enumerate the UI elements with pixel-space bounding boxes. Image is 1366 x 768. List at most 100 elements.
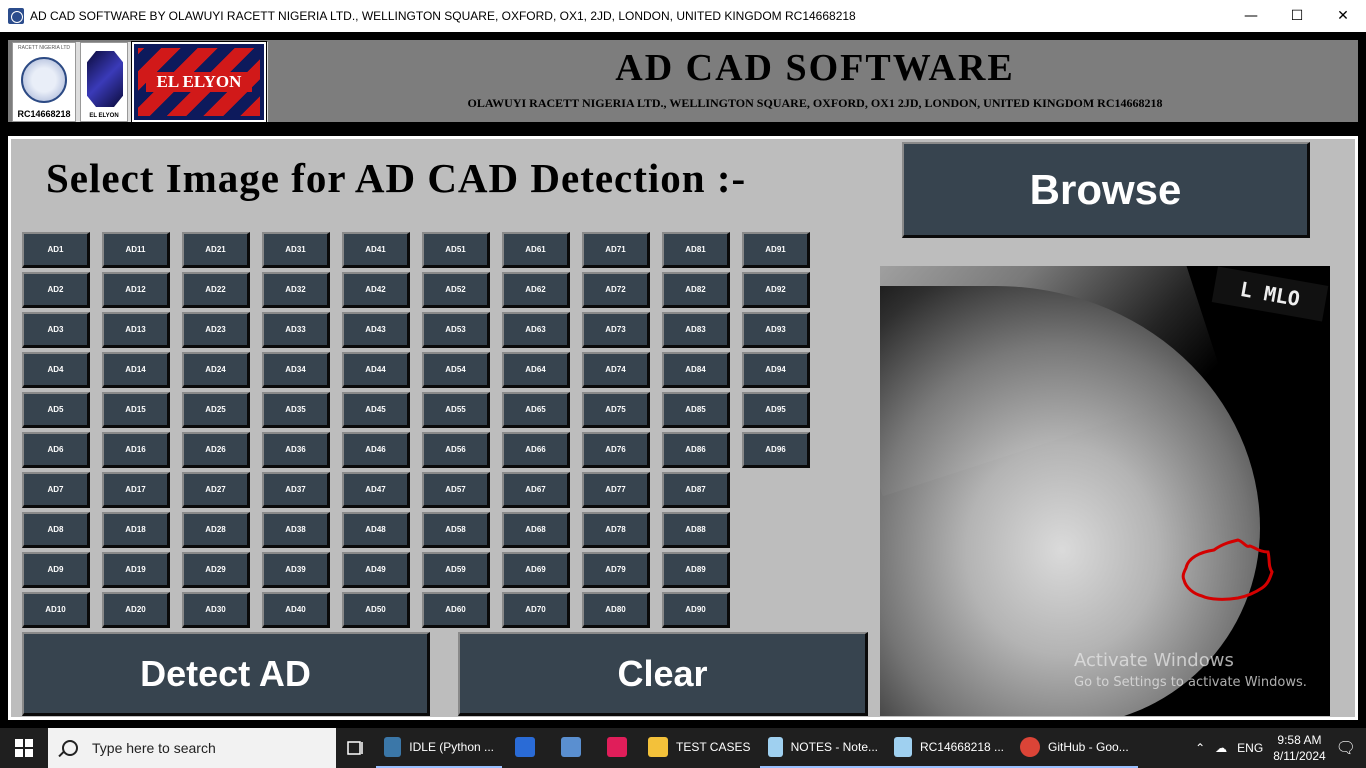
task-view-button[interactable]: [336, 728, 376, 768]
ad-button-ad70[interactable]: AD70: [502, 592, 570, 628]
ad-button-ad4[interactable]: AD4: [22, 352, 90, 388]
ad-button-ad68[interactable]: AD68: [502, 512, 570, 548]
ad-button-ad50[interactable]: AD50: [342, 592, 410, 628]
ad-button-ad95[interactable]: AD95: [742, 392, 810, 428]
language-indicator[interactable]: ENG: [1237, 741, 1263, 755]
ad-button-ad85[interactable]: AD85: [662, 392, 730, 428]
ad-button-ad15[interactable]: AD15: [102, 392, 170, 428]
ad-button-ad56[interactable]: AD56: [422, 432, 490, 468]
ad-button-ad29[interactable]: AD29: [182, 552, 250, 588]
ad-button-ad91[interactable]: AD91: [742, 232, 810, 268]
ad-button-ad87[interactable]: AD87: [662, 472, 730, 508]
taskbar-clock[interactable]: 9:58 AM 8/11/2024: [1273, 732, 1326, 764]
ad-button-ad77[interactable]: AD77: [582, 472, 650, 508]
taskbar-app-folder[interactable]: TEST CASES: [640, 728, 760, 768]
clear-button[interactable]: Clear: [458, 632, 868, 716]
start-button[interactable]: [0, 728, 48, 768]
taskbar-app-chrome[interactable]: GitHub - Goo...: [1012, 728, 1138, 768]
ad-button-ad45[interactable]: AD45: [342, 392, 410, 428]
minimize-button[interactable]: —: [1228, 0, 1274, 32]
ad-button-ad25[interactable]: AD25: [182, 392, 250, 428]
ad-button-ad81[interactable]: AD81: [662, 232, 730, 268]
ad-button-ad89[interactable]: AD89: [662, 552, 730, 588]
ad-button-ad41[interactable]: AD41: [342, 232, 410, 268]
ad-button-ad64[interactable]: AD64: [502, 352, 570, 388]
close-button[interactable]: ✕: [1320, 0, 1366, 32]
ad-button-ad8[interactable]: AD8: [22, 512, 90, 548]
ad-button-ad51[interactable]: AD51: [422, 232, 490, 268]
taskbar-app-store[interactable]: [502, 728, 548, 768]
ad-button-ad26[interactable]: AD26: [182, 432, 250, 468]
detect-ad-button[interactable]: Detect AD: [22, 632, 430, 716]
ad-button-ad39[interactable]: AD39: [262, 552, 330, 588]
ad-button-ad33[interactable]: AD33: [262, 312, 330, 348]
ad-button-ad21[interactable]: AD21: [182, 232, 250, 268]
ad-button-ad62[interactable]: AD62: [502, 272, 570, 308]
ad-button-ad17[interactable]: AD17: [102, 472, 170, 508]
ad-button-ad11[interactable]: AD11: [102, 232, 170, 268]
show-hidden-icons-chevron-icon[interactable]: ⌃: [1195, 741, 1205, 755]
maximize-button[interactable]: ☐: [1274, 0, 1320, 32]
taskbar-app-network[interactable]: [548, 728, 594, 768]
ad-button-ad92[interactable]: AD92: [742, 272, 810, 308]
ad-button-ad12[interactable]: AD12: [102, 272, 170, 308]
ad-button-ad78[interactable]: AD78: [582, 512, 650, 548]
ad-button-ad7[interactable]: AD7: [22, 472, 90, 508]
ad-button-ad82[interactable]: AD82: [662, 272, 730, 308]
ad-button-ad71[interactable]: AD71: [582, 232, 650, 268]
ad-button-ad34[interactable]: AD34: [262, 352, 330, 388]
ad-button-ad1[interactable]: AD1: [22, 232, 90, 268]
ad-button-ad61[interactable]: AD61: [502, 232, 570, 268]
ad-button-ad52[interactable]: AD52: [422, 272, 490, 308]
ad-button-ad60[interactable]: AD60: [422, 592, 490, 628]
ad-button-ad23[interactable]: AD23: [182, 312, 250, 348]
ad-button-ad58[interactable]: AD58: [422, 512, 490, 548]
ad-button-ad84[interactable]: AD84: [662, 352, 730, 388]
ad-button-ad31[interactable]: AD31: [262, 232, 330, 268]
ad-button-ad2[interactable]: AD2: [22, 272, 90, 308]
ad-button-ad5[interactable]: AD5: [22, 392, 90, 428]
ad-button-ad36[interactable]: AD36: [262, 432, 330, 468]
ad-button-ad83[interactable]: AD83: [662, 312, 730, 348]
ad-button-ad43[interactable]: AD43: [342, 312, 410, 348]
ad-button-ad80[interactable]: AD80: [582, 592, 650, 628]
ad-button-ad18[interactable]: AD18: [102, 512, 170, 548]
ad-button-ad96[interactable]: AD96: [742, 432, 810, 468]
ad-button-ad94[interactable]: AD94: [742, 352, 810, 388]
ad-button-ad22[interactable]: AD22: [182, 272, 250, 308]
browse-button[interactable]: Browse: [902, 142, 1310, 238]
ad-button-ad55[interactable]: AD55: [422, 392, 490, 428]
ad-button-ad76[interactable]: AD76: [582, 432, 650, 468]
ad-button-ad79[interactable]: AD79: [582, 552, 650, 588]
ad-button-ad16[interactable]: AD16: [102, 432, 170, 468]
ad-button-ad59[interactable]: AD59: [422, 552, 490, 588]
ad-button-ad27[interactable]: AD27: [182, 472, 250, 508]
ad-button-ad67[interactable]: AD67: [502, 472, 570, 508]
ad-button-ad48[interactable]: AD48: [342, 512, 410, 548]
ad-button-ad20[interactable]: AD20: [102, 592, 170, 628]
ad-button-ad14[interactable]: AD14: [102, 352, 170, 388]
taskbar-app-python[interactable]: IDLE (Python ...: [376, 728, 502, 768]
taskbar-search-box[interactable]: Type here to search: [48, 728, 336, 768]
ad-button-ad90[interactable]: AD90: [662, 592, 730, 628]
ad-button-ad6[interactable]: AD6: [22, 432, 90, 468]
ad-button-ad69[interactable]: AD69: [502, 552, 570, 588]
ad-button-ad30[interactable]: AD30: [182, 592, 250, 628]
ad-button-ad63[interactable]: AD63: [502, 312, 570, 348]
taskbar-app-notepad[interactable]: RC14668218 ...: [886, 728, 1012, 768]
ad-button-ad66[interactable]: AD66: [502, 432, 570, 468]
ad-button-ad74[interactable]: AD74: [582, 352, 650, 388]
ad-button-ad28[interactable]: AD28: [182, 512, 250, 548]
cloud-icon[interactable]: ☁: [1215, 741, 1227, 755]
notifications-icon[interactable]: 🗨: [1336, 738, 1356, 758]
ad-button-ad3[interactable]: AD3: [22, 312, 90, 348]
taskbar-app-slack[interactable]: [594, 728, 640, 768]
ad-button-ad35[interactable]: AD35: [262, 392, 330, 428]
ad-button-ad72[interactable]: AD72: [582, 272, 650, 308]
ad-button-ad44[interactable]: AD44: [342, 352, 410, 388]
ad-button-ad93[interactable]: AD93: [742, 312, 810, 348]
ad-button-ad24[interactable]: AD24: [182, 352, 250, 388]
ad-button-ad32[interactable]: AD32: [262, 272, 330, 308]
ad-button-ad53[interactable]: AD53: [422, 312, 490, 348]
ad-button-ad86[interactable]: AD86: [662, 432, 730, 468]
